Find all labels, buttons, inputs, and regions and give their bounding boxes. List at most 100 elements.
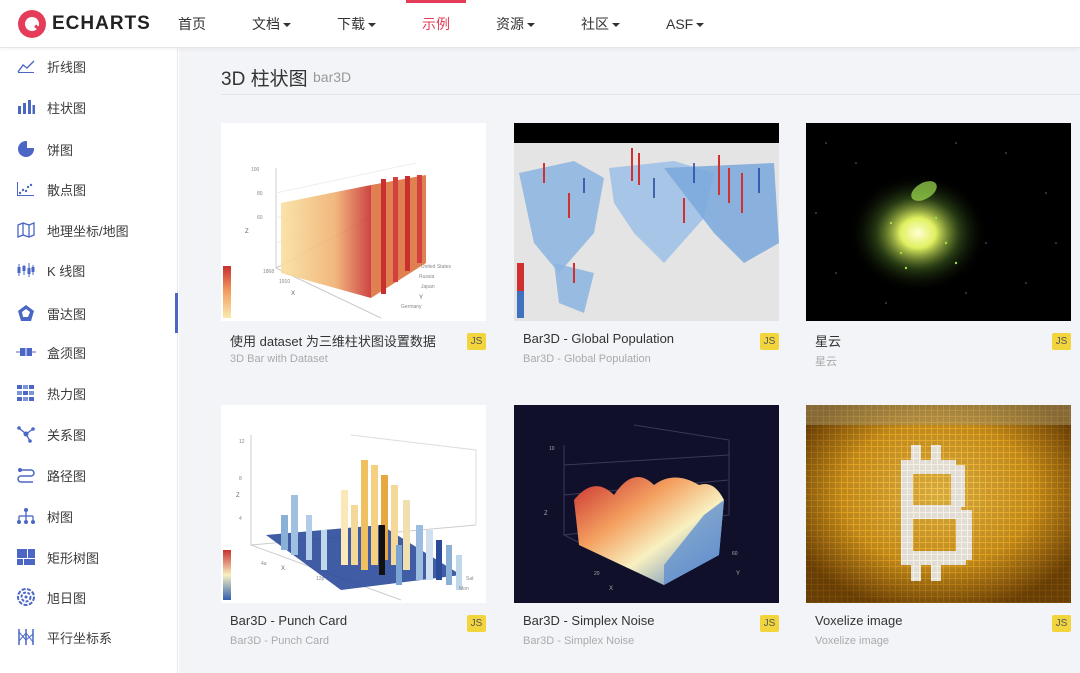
map-icon (16, 220, 36, 240)
svg-text:United States: United States (421, 264, 452, 270)
sidebar-item-boxplot[interactable]: 盒须图 (0, 332, 178, 372)
example-thumbnail[interactable] (514, 123, 779, 321)
svg-text:1910: 1910 (279, 279, 290, 285)
svg-text:Russia: Russia (419, 274, 435, 280)
svg-text:Y: Y (419, 295, 423, 301)
example-thumbnail[interactable]: 12 8 Z 4 4a X 12p Sat Mon (221, 405, 486, 603)
example-title[interactable]: 使用 dataset 为三维柱状图设置数据 (230, 331, 436, 350)
svg-text:Y: Y (736, 571, 740, 577)
example-title[interactable]: Voxelize image (815, 613, 902, 628)
nav-label: 首页 (178, 16, 206, 32)
sidebar-item-tree[interactable]: 树图 (0, 496, 178, 536)
sidebar-item-label: 折线图 (47, 59, 87, 75)
svg-text:12: 12 (239, 439, 245, 445)
sidebar-item-label: 关系图 (47, 427, 87, 443)
sidebar-item-bar[interactable]: 柱状图 (0, 87, 178, 127)
example-subtitle: Bar3D - Simplex Noise (523, 635, 635, 647)
svg-text:Z: Z (544, 511, 548, 517)
sidebar-item-treemap[interactable]: 矩形树图 (0, 537, 178, 577)
svg-text:X: X (609, 586, 613, 592)
nav-label: 示例 (422, 16, 450, 32)
nav-asf[interactable]: ASF (650, 0, 720, 48)
sidebar-item-lines[interactable]: 路径图 (0, 455, 178, 495)
nav-home[interactable]: 首页 (162, 0, 222, 48)
example-title[interactable]: 星云 (815, 331, 841, 350)
svg-text:8: 8 (239, 476, 242, 482)
sidebar-item-graph[interactable]: 关系图 (0, 414, 178, 454)
tree-icon (16, 506, 36, 526)
section-title: 3D 柱状图 (221, 69, 308, 90)
candlestick-icon (16, 260, 36, 280)
svg-text:X: X (281, 566, 285, 572)
svg-text:100: 100 (251, 167, 260, 173)
sidebar-item-label: 平行坐标系 (47, 630, 113, 646)
svg-text:Mon: Mon (459, 586, 469, 592)
sidebar-item-scatter[interactable]: 散点图 (0, 169, 178, 209)
js-badge: JS (1052, 333, 1071, 350)
nav-examples[interactable]: 示例 (406, 0, 466, 48)
sidebar-item-label: 饼图 (47, 142, 74, 158)
svg-text:4: 4 (239, 516, 242, 522)
radar-icon (16, 303, 36, 323)
parallel-icon (16, 627, 36, 647)
example-thumbnail[interactable] (806, 405, 1071, 603)
sidebar-item-parallel[interactable]: 平行坐标系 (0, 617, 178, 657)
sidebar-item-label: 旭日图 (47, 590, 87, 606)
nav-docs[interactable]: 文档 (236, 0, 307, 48)
example-card[interactable]: 100 80 60 Z 1868 1910 X United States Ru… (221, 123, 486, 365)
nav-label: ASF (666, 16, 694, 32)
main-nav: 首页 文档 下载 示例 资源 社区 ASF (162, 0, 734, 48)
example-subtitle: 3D Bar with Dataset (230, 353, 328, 365)
example-subtitle: Bar3D - Global Population (523, 353, 651, 365)
example-thumbnail[interactable]: 100 80 60 Z 1868 1910 X United States Ru… (221, 123, 486, 321)
js-badge: JS (1052, 615, 1071, 632)
example-card[interactable]: Voxelize image Voxelize image JS (806, 405, 1071, 647)
echarts-logo-icon (18, 10, 46, 38)
nav-label: 资源 (496, 16, 524, 32)
svg-text:60: 60 (732, 551, 738, 557)
echarts-logo[interactable]: ECHARTS (18, 9, 151, 39)
caret-down-icon (283, 23, 291, 27)
example-card[interactable]: Bar3D - Global Population Bar3D - Global… (514, 123, 779, 365)
svg-text:20: 20 (594, 571, 600, 577)
sidebar-item-line[interactable]: 折线图 (0, 46, 178, 86)
nav-label: 社区 (581, 16, 609, 32)
example-title[interactable]: Bar3D - Simplex Noise (523, 613, 655, 628)
section-subtitle: bar3D (313, 69, 352, 85)
example-thumbnail[interactable]: 10 Z 20 X 60 Y (514, 405, 779, 603)
example-card[interactable]: 10 Z 20 X 60 Y Bar3D - Simplex Noise Bar… (514, 405, 779, 647)
example-subtitle: Voxelize image (815, 635, 889, 647)
example-thumbnail[interactable] (806, 123, 1071, 321)
nav-community[interactable]: 社区 (565, 0, 636, 48)
sidebar-item-sunburst[interactable]: 旭日图 (0, 577, 178, 617)
nav-download[interactable]: 下载 (321, 0, 392, 48)
sidebar-item-candlestick[interactable]: K 线图 (0, 250, 178, 290)
sidebar-item-label: 柱状图 (47, 100, 87, 116)
sidebar-item-heatmap[interactable]: 热力图 (0, 373, 178, 413)
pie-chart-icon (16, 139, 36, 159)
js-badge: JS (760, 615, 779, 632)
chart-type-sidebar: 折线图 柱状图 饼图 散点图 地理坐标/地图 K 线图 雷达图 盒须图 热力图 … (0, 48, 178, 673)
nav-label: 下载 (337, 16, 365, 32)
example-subtitle: 星云 (815, 356, 837, 368)
sidebar-item-label: 树图 (47, 509, 74, 525)
js-badge: JS (760, 333, 779, 350)
caret-down-icon (696, 23, 705, 27)
sidebar-item-label: K 线图 (47, 263, 86, 279)
example-title[interactable]: Bar3D - Global Population (523, 331, 674, 346)
caret-down-icon (368, 23, 376, 27)
example-title[interactable]: Bar3D - Punch Card (230, 613, 347, 628)
sidebar-item-pie[interactable]: 饼图 (0, 129, 178, 169)
scatter-chart-icon (16, 179, 36, 199)
logo-text: ECHARTS (52, 13, 151, 34)
svg-text:Japan: Japan (421, 284, 435, 290)
sidebar-item-label: 矩形树图 (47, 550, 100, 566)
nav-resources[interactable]: 资源 (480, 0, 551, 48)
sidebar-item-map[interactable]: 地理坐标/地图 (0, 210, 178, 250)
sidebar-item-radar[interactable]: 雷达图 (0, 293, 178, 333)
sidebar-item-label: 热力图 (47, 386, 87, 402)
example-card[interactable]: 12 8 Z 4 4a X 12p Sat Mon Bar3D - Punch … (221, 405, 486, 647)
example-card[interactable]: 星云 星云 JS (806, 123, 1071, 368)
svg-text:Sat: Sat (466, 576, 474, 582)
svg-text:Z: Z (236, 493, 240, 499)
